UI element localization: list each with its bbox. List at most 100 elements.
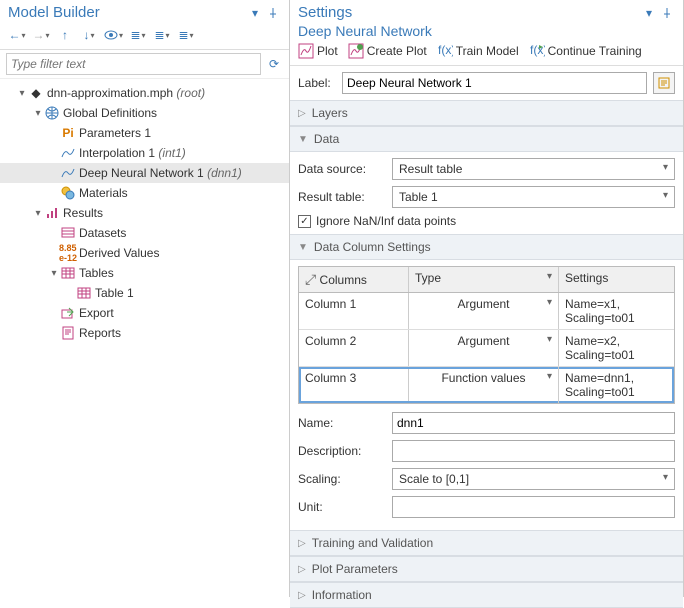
grid-row[interactable]: Column 3 Function values Name=dnn1, Scal… (299, 367, 674, 403)
model-builder-toolbar: ←▾ →▾ ↑ ↓▾ ▾ ≣▾ ≣▾ ≣▾ (0, 23, 289, 50)
pi-icon: Pi (60, 125, 76, 141)
unit-input[interactable] (392, 496, 675, 518)
plot-button[interactable]: Plot (298, 43, 338, 59)
type-cell[interactable]: Function values (409, 367, 559, 403)
tree-global-def[interactable]: ▾Global Definitions (0, 103, 289, 123)
settings-title: Settings (298, 4, 352, 21)
section-data[interactable]: ▼Data (290, 126, 683, 152)
svg-text:f(x): f(x) (530, 43, 545, 57)
export-icon (60, 305, 76, 321)
label-row: Label: (290, 66, 683, 100)
col-settings-body: ⤢ Columns Type Settings Column 1 Argumen… (290, 260, 683, 530)
pin-icon[interactable] (659, 5, 675, 21)
plot-icon (298, 43, 314, 59)
result-table-select[interactable]: Table 1 (392, 186, 675, 208)
label-action-button[interactable] (653, 72, 675, 94)
nav-up-button[interactable]: ↑ (56, 25, 74, 45)
derived-icon: 8.85e-12 (60, 245, 76, 261)
name-input[interactable] (392, 412, 675, 434)
label-label: Label: (298, 76, 336, 90)
section-info[interactable]: ▷Information (290, 582, 683, 608)
ignore-nan-label: Ignore NaN/Inf data points (316, 214, 456, 228)
settings-panel: Settings ▾ Deep Neural Network Plot Crea… (290, 0, 684, 597)
label-input[interactable] (342, 72, 647, 94)
nav-fwd-button[interactable]: →▾ (32, 25, 50, 45)
chevron-down-icon: ▼ (298, 242, 308, 253)
section-plot-params[interactable]: ▷Plot Parameters (290, 556, 683, 582)
tree-interpolation[interactable]: Interpolation 1 (int1) (0, 143, 289, 163)
create-plot-button[interactable]: Create Plot (348, 43, 427, 59)
interp-icon (60, 145, 76, 161)
globe-icon (44, 105, 60, 121)
data-source-label: Data source: (298, 162, 386, 176)
tree-datasets[interactable]: Datasets (0, 223, 289, 243)
pin-icon[interactable] (265, 5, 281, 21)
settings-subtitle: Deep Neural Network (290, 23, 683, 41)
name-label: Name: (298, 416, 386, 430)
model-builder-header: Model Builder ▾ (0, 0, 289, 23)
continue-button[interactable]: f(x)Continue Training (529, 43, 642, 59)
refresh-icon[interactable]: ⟳ (265, 54, 283, 74)
columns-grid: ⤢ Columns Type Settings Column 1 Argumen… (298, 266, 675, 404)
table-icon (76, 285, 92, 301)
nav-back-button[interactable]: ←▾ (8, 25, 26, 45)
sort-button[interactable]: ≣▾ (177, 25, 195, 45)
model-tree: ▾◆dnn-approximation.mph (root) ▾Global D… (0, 79, 289, 597)
materials-icon (60, 185, 76, 201)
model-builder-title: Model Builder (8, 4, 100, 21)
desc-input[interactable] (392, 440, 675, 462)
scaling-select[interactable]: Scale to [0,1] (392, 468, 675, 490)
tree-root[interactable]: ▾◆dnn-approximation.mph (root) (0, 83, 289, 103)
filter-input[interactable] (6, 53, 261, 75)
train-button[interactable]: f(x)Train Model (437, 43, 519, 59)
grid-header: ⤢ Columns Type Settings (299, 267, 674, 293)
chevron-right-icon: ▷ (298, 108, 306, 119)
tree-tables[interactable]: ▾Tables (0, 263, 289, 283)
svg-text:f(x): f(x) (438, 43, 453, 57)
expand-button[interactable]: ≣▾ (129, 25, 147, 45)
dnn-icon (60, 165, 76, 181)
type-cell[interactable]: Argument (409, 330, 559, 366)
checkbox-checked-icon[interactable]: ✓ (298, 215, 311, 228)
expand-icon[interactable]: ⤢ (305, 271, 316, 287)
tree-materials[interactable]: Materials (0, 183, 289, 203)
chevron-down-icon: ▼ (298, 134, 308, 145)
continue-icon: f(x) (529, 43, 545, 59)
tree-parameters[interactable]: PiParameters 1 (0, 123, 289, 143)
grid-row[interactable]: Column 2 Argument Name=x2, Scaling=to01 (299, 330, 674, 367)
train-icon: f(x) (437, 43, 453, 59)
grid-row[interactable]: Column 1 Argument Name=x1, Scaling=to01 (299, 293, 674, 330)
filter-row: ⟳ (0, 50, 289, 79)
data-source-select[interactable]: Result table (392, 158, 675, 180)
settings-toolbar: Plot Create Plot f(x)Train Model f(x)Con… (290, 41, 683, 66)
panel-menu-icon[interactable]: ▾ (247, 5, 263, 21)
tree-dnn[interactable]: Deep Neural Network 1 (dnn1) (0, 163, 289, 183)
ignore-nan-row[interactable]: ✓ Ignore NaN/Inf data points (298, 214, 675, 228)
type-cell[interactable]: Argument (409, 293, 559, 329)
tree-reports[interactable]: Reports (0, 323, 289, 343)
tables-icon (60, 265, 76, 281)
tree-derived[interactable]: 8.85e-12Derived Values (0, 243, 289, 263)
collapse-button[interactable]: ≣▾ (153, 25, 171, 45)
tree-export[interactable]: Export (0, 303, 289, 323)
section-train-val[interactable]: ▷Training and Validation (290, 530, 683, 556)
model-builder-panel: Model Builder ▾ ←▾ →▾ ↑ ↓▾ ▾ ≣▾ ≣▾ ≣▾ ⟳ … (0, 0, 290, 597)
show-button[interactable]: ▾ (104, 25, 123, 45)
datasets-icon (60, 225, 76, 241)
result-table-label: Result table: (298, 190, 386, 204)
settings-header: Settings ▾ (290, 0, 683, 23)
section-layers[interactable]: ▷Layers (290, 100, 683, 126)
create-plot-icon (348, 43, 364, 59)
file-icon: ◆ (28, 85, 44, 101)
tree-table1[interactable]: Table 1 (0, 283, 289, 303)
scaling-label: Scaling: (298, 472, 386, 486)
panel-menu-icon[interactable]: ▾ (641, 5, 657, 21)
chevron-right-icon: ▷ (298, 538, 306, 549)
chevron-right-icon: ▷ (298, 564, 306, 575)
nav-down-button[interactable]: ↓▾ (80, 25, 98, 45)
section-col-settings[interactable]: ▼Data Column Settings (290, 234, 683, 260)
tree-results[interactable]: ▾Results (0, 203, 289, 223)
unit-label: Unit: (298, 500, 386, 514)
reports-icon (60, 325, 76, 341)
chevron-right-icon: ▷ (298, 590, 306, 601)
